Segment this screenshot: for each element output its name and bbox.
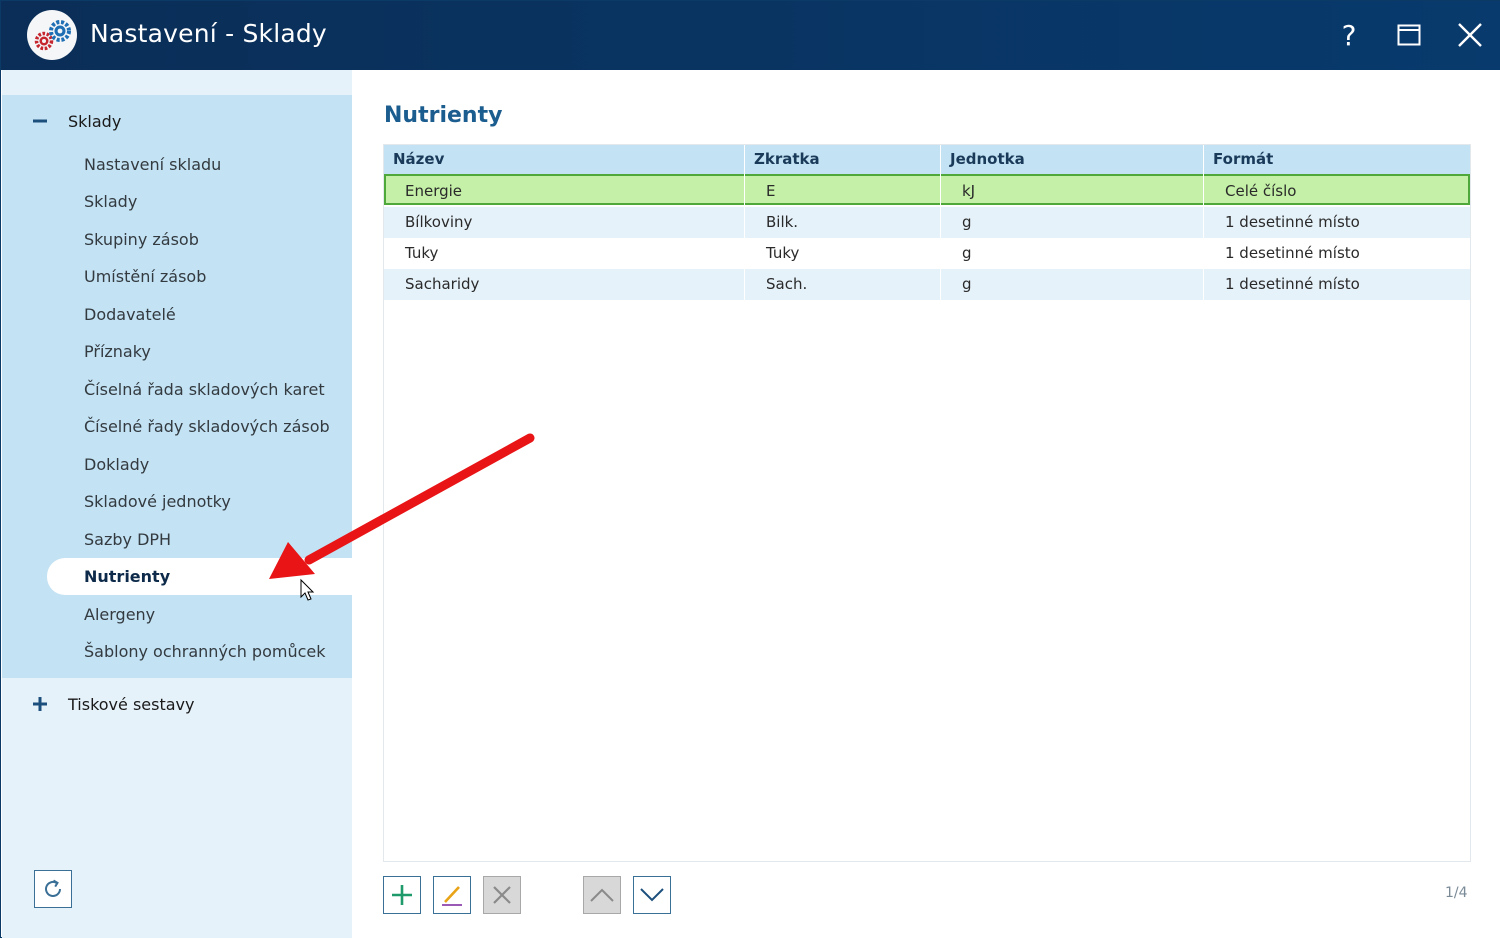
cell-nazev: Tuky (405, 244, 439, 262)
column-header-nazev[interactable]: Název (384, 145, 444, 174)
sidebar-item-sablony-pomucek[interactable]: Šablony ochranných pomůcek (47, 633, 353, 670)
sidebar-item-label: Sazby DPH (84, 530, 172, 549)
help-button[interactable]: ? (1329, 15, 1369, 55)
sidebar-item-label: Číselné řady skladových zásob (84, 417, 330, 436)
cell-jednotka: g (962, 244, 972, 262)
sidebar-item-label: Šablony ochranných pomůcek (84, 642, 326, 661)
sidebar-item-doklady[interactable]: Doklady (47, 446, 353, 483)
sidebar-item-label: Dodavatelé (84, 305, 176, 324)
sidebar-item-label: Číselná řada skladových karet (84, 380, 325, 399)
move-up-button[interactable] (583, 876, 621, 914)
column-header-zkratka[interactable]: Zkratka (745, 145, 820, 174)
sidebar-item-nastaveni-skladu[interactable]: Nastavení skladu (47, 146, 353, 183)
record-counter: 1/4 (1445, 885, 1468, 901)
cell-jednotka: kJ (962, 182, 976, 200)
cell-jednotka: g (962, 213, 972, 231)
sidebar-item-label: Příznaky (84, 342, 151, 361)
sidebar-item-alergeny[interactable]: Alergeny (47, 596, 353, 633)
maximize-icon (1397, 24, 1421, 46)
plus-icon (392, 885, 412, 905)
title-bar: Nastavení - Sklady ? (1, 1, 1500, 70)
sidebar-item-ciselna-rada-karet[interactable]: Číselná řada skladových karet (47, 371, 353, 408)
x-icon (493, 886, 511, 904)
tree-group-label: Sklady (68, 111, 122, 131)
table-row[interactable]: Energie E kJ Celé číslo (384, 174, 1470, 205)
pencil-icon (442, 886, 462, 906)
chevron-up-icon (590, 888, 614, 902)
settings-window: Nastavení - Sklady ? Sklady Nastavení sk… (0, 0, 1500, 938)
sidebar-item-priznaky[interactable]: Příznaky (47, 333, 353, 370)
gears-icon (27, 10, 77, 60)
sidebar-item-umisteni-zasob[interactable]: Umístění zásob (47, 258, 353, 295)
sidebar-item-label: Doklady (84, 455, 150, 474)
sidebar-item-skladove-jednotky[interactable]: Skladové jednotky (47, 483, 353, 520)
tree-group-header-sklady[interactable]: Sklady (2, 96, 352, 146)
tree-group-sklady: Sklady Nastavení skladu Sklady Skupiny z… (2, 95, 353, 678)
cell-nazev: Sacharidy (405, 275, 480, 293)
cell-zkratka: E (766, 182, 776, 200)
sidebar-item-ciselne-rady-zasob[interactable]: Číselné řady skladových zásob (47, 408, 353, 445)
refresh-button[interactable] (34, 870, 72, 908)
table-row[interactable]: Bílkoviny Bilk. g 1 desetinné místo (384, 207, 1470, 238)
cell-zkratka: Bilk. (766, 213, 799, 231)
column-header-format[interactable]: Formát (1204, 145, 1273, 174)
tree-group-label: Tiskové sestavy (68, 694, 195, 714)
table-row[interactable]: Sacharidy Sach. g 1 desetinné místo (384, 269, 1470, 300)
column-header-jednotka[interactable]: Jednotka (941, 145, 1025, 174)
maximize-button[interactable] (1389, 15, 1429, 55)
cell-format: 1 desetinné místo (1225, 275, 1360, 293)
refresh-icon (45, 879, 61, 897)
page-title: Nutrienty (384, 103, 503, 128)
cell-nazev: Bílkoviny (405, 213, 473, 231)
cell-nazev: Energie (405, 182, 463, 200)
sidebar-item-nutrienty[interactable]: Nutrienty (47, 558, 353, 595)
close-icon (1458, 23, 1482, 47)
close-button[interactable] (1450, 15, 1490, 55)
sidebar-item-label: Skupiny zásob (84, 230, 199, 249)
add-button[interactable] (383, 876, 421, 914)
cell-zkratka: Sach. (766, 275, 808, 293)
cell-format: 1 desetinné místo (1225, 213, 1360, 231)
window-title: Nastavení - Sklady (90, 19, 327, 48)
sidebar-item-label: Alergeny (84, 605, 156, 624)
sidebar-item-label: Skladové jednotky (84, 492, 231, 511)
move-down-button[interactable] (633, 876, 671, 914)
table-header: Název Zkratka Jednotka Formát (384, 145, 1470, 174)
sidebar-item-label: Sklady (84, 192, 138, 211)
edit-button[interactable] (433, 876, 471, 914)
chevron-down-icon (640, 888, 664, 902)
sidebar: Sklady Nastavení skladu Sklady Skupiny z… (2, 70, 353, 938)
sidebar-item-label: Nastavení skladu (84, 155, 222, 174)
delete-button[interactable] (483, 876, 521, 914)
column-divider (1203, 145, 1204, 301)
sidebar-item-sklady[interactable]: Sklady (47, 183, 353, 220)
tree-group-header-tiskove-sestavy[interactable]: Tiskové sestavy (2, 679, 352, 729)
cell-format: Celé číslo (1225, 182, 1297, 200)
column-divider (940, 145, 941, 301)
sidebar-item-sazby-dph[interactable]: Sazby DPH (47, 521, 353, 558)
main-panel: Nutrienty Název Zkratka Jednotka Formát … (352, 70, 1500, 938)
nutrients-table: Název Zkratka Jednotka Formát Energie E … (383, 144, 1471, 862)
sidebar-item-label: Nutrienty (84, 567, 171, 586)
sidebar-item-dodavatele[interactable]: Dodavatelé (47, 296, 353, 333)
sidebar-item-skupiny-zasob[interactable]: Skupiny zásob (47, 221, 353, 258)
column-divider (744, 145, 745, 301)
sidebar-item-label: Umístění zásob (84, 267, 207, 286)
cell-format: 1 desetinné místo (1225, 244, 1360, 262)
table-row[interactable]: Tuky Tuky g 1 desetinné místo (384, 238, 1470, 269)
cell-zkratka: Tuky (766, 244, 800, 262)
cell-jednotka: g (962, 275, 972, 293)
collapse-icon[interactable] (32, 113, 48, 129)
expand-icon[interactable] (32, 696, 48, 712)
